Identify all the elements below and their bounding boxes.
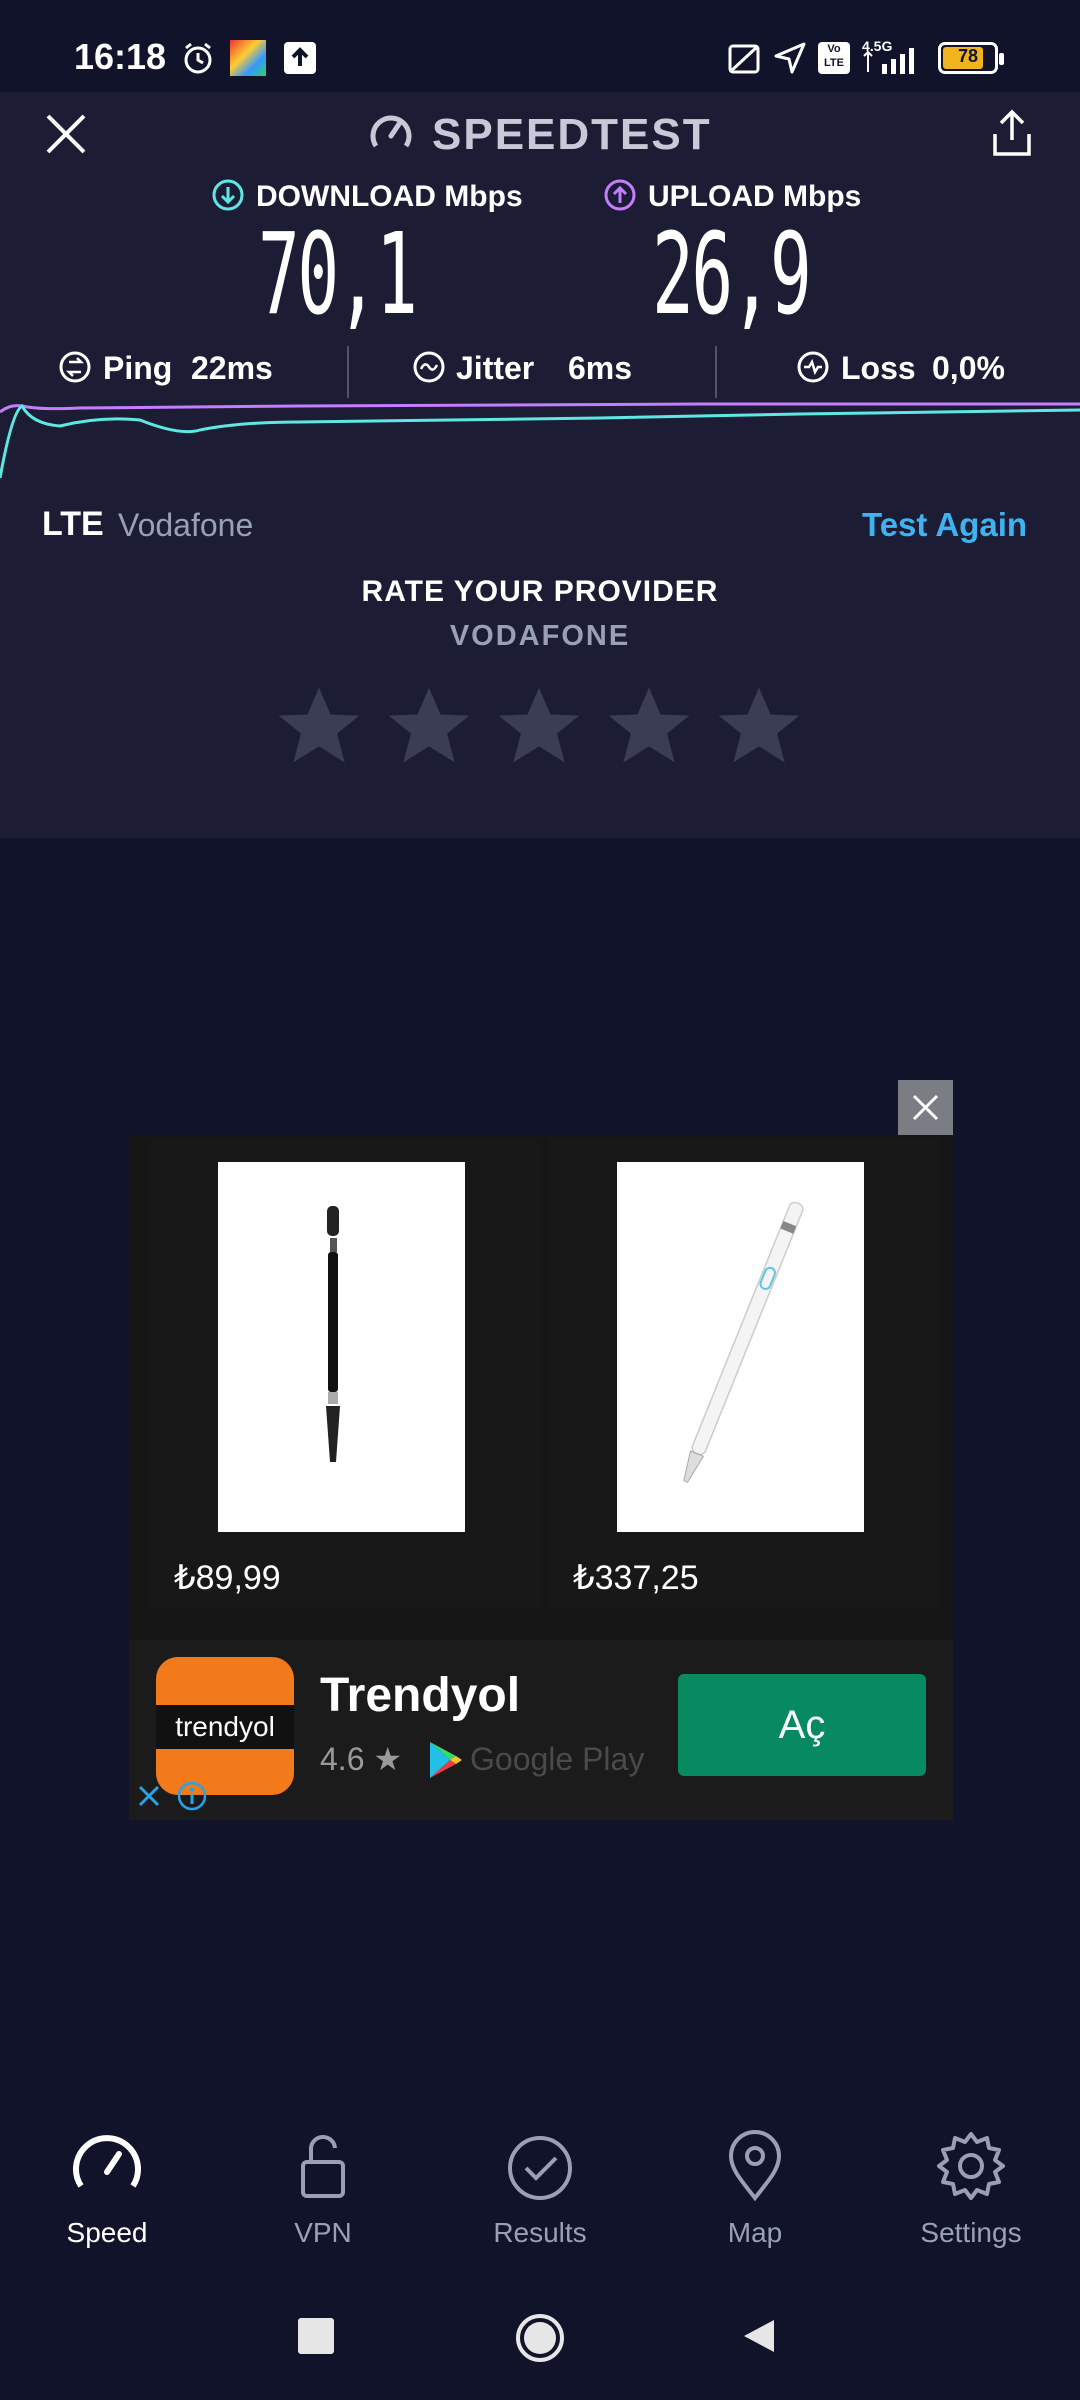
app-title: SPEEDTEST <box>432 110 712 159</box>
nav-label: Settings <box>920 2217 1022 2248</box>
nav-speed[interactable]: Speed <box>12 2130 202 2249</box>
nav-label: Results <box>493 2217 587 2248</box>
nav-label: Map <box>727 2217 783 2248</box>
upload-icon <box>604 179 636 211</box>
nav-label: VPN <box>294 2217 352 2248</box>
location-icon <box>774 42 806 74</box>
trendyol-logo: trendyol <box>156 1657 294 1795</box>
rating-star-2[interactable] <box>383 680 475 772</box>
nav-label: Speed <box>66 2217 148 2248</box>
logo-text: trendyol <box>156 1705 294 1749</box>
star-icon: ★ <box>364 1741 403 1777</box>
signal-icon <box>863 48 914 74</box>
speedtest-logo-icon <box>370 115 412 148</box>
download-icon <box>212 179 244 211</box>
rating-star-1[interactable] <box>273 680 365 772</box>
ping-value: 22ms <box>191 350 273 386</box>
lock-icon <box>301 2135 345 2198</box>
download-label: DOWNLOAD Mbps <box>256 180 523 213</box>
close-icon <box>912 1094 939 1121</box>
ad-close-button[interactable] <box>898 1080 953 1135</box>
divider <box>347 346 349 398</box>
ping-icon <box>59 351 91 383</box>
upload-trace <box>0 402 1080 414</box>
operator-name: Vodafone <box>118 507 254 543</box>
alarm-icon <box>184 42 212 74</box>
connection-type: LTE <box>42 505 104 543</box>
app-notification-icon <box>230 40 266 76</box>
nfc-off-icon <box>728 44 760 74</box>
stylus-pen-white-image[interactable] <box>617 1162 864 1532</box>
speedometer-icon <box>73 2135 141 2188</box>
jitter-icon <box>413 351 445 383</box>
divider <box>715 346 717 398</box>
share-icon[interactable] <box>990 108 1034 158</box>
nav-settings[interactable]: Settings <box>876 2130 1066 2249</box>
close-icon[interactable] <box>44 112 88 156</box>
gear-icon <box>937 2132 1005 2200</box>
ad-rating: 4.6 ★ <box>320 1740 402 1778</box>
battery-icon: 78 <box>938 42 1004 74</box>
download-value: 70,1 <box>258 210 418 340</box>
upload-notification-icon <box>284 42 316 74</box>
ad-info-icon[interactable] <box>176 1780 208 1812</box>
rating-star-4[interactable] <box>603 680 695 772</box>
loss-value: 0,0% <box>932 350 1005 386</box>
speed-graph <box>0 402 1080 479</box>
rate-provider-name: VODAFONE <box>449 620 631 652</box>
upload-label: UPLOAD Mbps <box>648 180 862 213</box>
loss-label: Loss <box>841 350 916 386</box>
jitter-label: Jitter <box>456 350 535 386</box>
recent-apps-button[interactable] <box>298 2318 334 2354</box>
rate-provider-title: RATE YOUR PROVIDER <box>361 575 719 608</box>
test-again-button[interactable]: Test Again <box>862 506 1027 544</box>
google-play-label: Google Play <box>470 1741 645 1777</box>
ad-rating-value: 4.6 <box>320 1741 365 1777</box>
status-time: 16:18 <box>74 36 167 77</box>
check-circle-icon <box>508 2136 572 2200</box>
volte-icon: Vo LTE <box>818 42 850 74</box>
product-price: ₺337,25 <box>573 1559 699 1597</box>
google-play-icon <box>430 1742 462 1778</box>
nav-map[interactable]: Map <box>660 2130 850 2249</box>
loss-icon <box>797 351 829 383</box>
home-button[interactable] <box>514 2312 566 2364</box>
nav-results[interactable]: Results <box>445 2130 635 2249</box>
nav-vpn[interactable]: VPN <box>228 2130 418 2249</box>
ad-advertiser: Trendyol <box>320 1669 521 1722</box>
rating-star-3[interactable] <box>493 680 585 772</box>
ping-label: Ping <box>103 350 173 386</box>
product-price: ₺89,99 <box>174 1559 281 1597</box>
battery-level: 78 <box>957 46 979 66</box>
stylus-pen-black-image[interactable] <box>218 1162 465 1532</box>
rating-star-5[interactable] <box>713 680 805 772</box>
status-bar: 16:18 Vo LTE 4.5G 78 <box>0 0 1080 92</box>
jitter-value: 6ms <box>568 350 633 386</box>
back-button[interactable] <box>740 2316 780 2356</box>
upload-value: 26,9 <box>652 210 812 340</box>
ad-dismiss-icon[interactable] <box>135 1782 163 1810</box>
download-trace <box>0 403 1080 479</box>
ad-open-button[interactable]: Aç <box>678 1674 926 1776</box>
map-pin-icon <box>728 2130 782 2202</box>
